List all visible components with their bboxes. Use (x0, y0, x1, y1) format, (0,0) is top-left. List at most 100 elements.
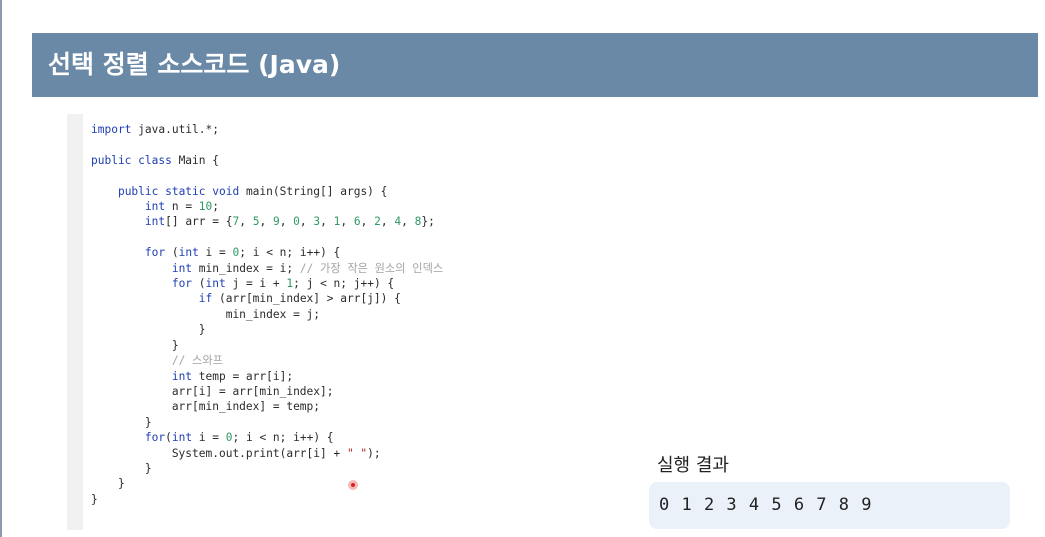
code-token: main(String[] args) { (239, 184, 388, 198)
code-token: , (360, 215, 375, 229)
code-token: min_index = i; (192, 261, 300, 275)
code-token: ( (165, 246, 179, 260)
source-code: import java.util.*; public class Main { … (91, 122, 443, 507)
code-token: 0 (293, 215, 300, 229)
code-token: 9 (272, 215, 280, 229)
code-token: temp = arr[i]; (192, 369, 294, 383)
code-token: 2 (374, 215, 381, 229)
code-line: if (arr[min_index] > arr[j]) { (91, 292, 401, 305)
code-token: } (91, 338, 179, 352)
code-token: int (171, 369, 193, 383)
code-token: ); (367, 446, 381, 460)
code-line: arr[min_index] = temp; (91, 400, 320, 413)
code-token: i = (192, 431, 226, 445)
code-token: 6 (353, 215, 361, 229)
code-token: " " (346, 446, 368, 460)
code-token: , (401, 215, 415, 229)
code-token: int (171, 431, 193, 445)
code-line: } (91, 323, 206, 336)
code-token: , (340, 215, 354, 229)
code-token: , (239, 215, 253, 229)
code-line: int min_index = i; // 가장 작은 원소의 인덱스 (91, 262, 443, 275)
code-token: arr[min_index] = temp; (91, 400, 321, 414)
code-token: i = (198, 246, 233, 260)
code-token: ( (165, 431, 172, 445)
result-heading: 실행 결과 (657, 455, 729, 476)
code-token: } (91, 492, 98, 506)
code-token: , (380, 215, 395, 229)
code-line: for (int i = 0; i < n; i++) { (91, 246, 340, 259)
code-line: System.out.print(arr[i] + " "); (91, 447, 381, 460)
code-line: public static void main(String[] args) { (91, 185, 387, 198)
code-token: int (178, 246, 199, 260)
code-token: int (144, 215, 166, 229)
code-token: ; (212, 200, 220, 214)
code-line: arr[i] = arr[min_index]; (91, 384, 334, 398)
code-token: ; i < n; i++) { (232, 431, 334, 445)
code-token: for (144, 431, 166, 445)
code-token: for (144, 246, 166, 260)
code-token: }; (421, 215, 435, 229)
code-token: } (91, 477, 125, 491)
code-line: public class Main { (91, 154, 219, 167)
code-line: for (int j = i + 1; j < n; j++) { (91, 277, 394, 290)
code-token: 0 (225, 431, 233, 445)
window-left-border (0, 0, 2, 537)
code-line: } (91, 416, 152, 429)
code-token: System.out.print(arr[i] + (91, 446, 347, 460)
code-line: int temp = arr[i]; (91, 370, 293, 383)
code-token: } (91, 415, 152, 429)
code-token: ; i < n; i++) { (239, 246, 341, 260)
code-token: public class (91, 153, 172, 167)
code-line: import java.util.*; (91, 123, 219, 136)
code-token: Main { (171, 153, 219, 167)
code-token: arr[i] = arr[min_index]; (91, 384, 334, 398)
code-token: ( (192, 277, 206, 291)
code-line: int[] arr = {7, 5, 9, 0, 3, 1, 6, 2, 4, … (91, 215, 435, 228)
code-token: int (171, 261, 193, 275)
code-token: if (198, 292, 213, 306)
code-token: [] arr = { (165, 215, 233, 229)
code-token: int (205, 277, 226, 291)
code-line: } (91, 462, 152, 475)
code-token: int (144, 200, 166, 214)
code-line: // 스와프 (91, 354, 223, 367)
code-token: min_index = j; (91, 307, 321, 321)
code-token: n = (165, 200, 199, 214)
code-token: } (91, 461, 152, 475)
mouse-cursor-indicator (348, 480, 358, 490)
code-token: ; j < n; j++) { (293, 277, 395, 291)
code-token: // 스와프 (171, 354, 223, 368)
code-token: public static void (117, 184, 240, 198)
code-token: , (279, 215, 294, 229)
code-token: , (259, 215, 273, 229)
code-block: import java.util.*; public class Main { … (67, 114, 610, 530)
code-gutter (67, 114, 83, 530)
code-token: for (171, 277, 193, 291)
code-token: // 가장 작은 원소의 인덱스 (299, 261, 444, 275)
code-token: j = i + (225, 277, 287, 291)
code-line: } (91, 339, 179, 352)
code-line: } (91, 477, 125, 490)
code-token: , (320, 215, 334, 229)
code-token: , (299, 215, 314, 229)
code-token: java.util.*; (131, 123, 219, 136)
code-token: } (91, 323, 206, 337)
code-token: 10 (198, 200, 213, 214)
code-line: min_index = j; (91, 308, 320, 321)
code-token: (arr[min_index] > arr[j]) { (212, 292, 401, 306)
code-line: int n = 10; (91, 200, 219, 213)
result-output: 0 1 2 3 4 5 6 7 8 9 (649, 482, 1010, 529)
code-line: for(int i = 0; i < n; i++) { (91, 431, 334, 444)
code-line: } (91, 493, 98, 506)
